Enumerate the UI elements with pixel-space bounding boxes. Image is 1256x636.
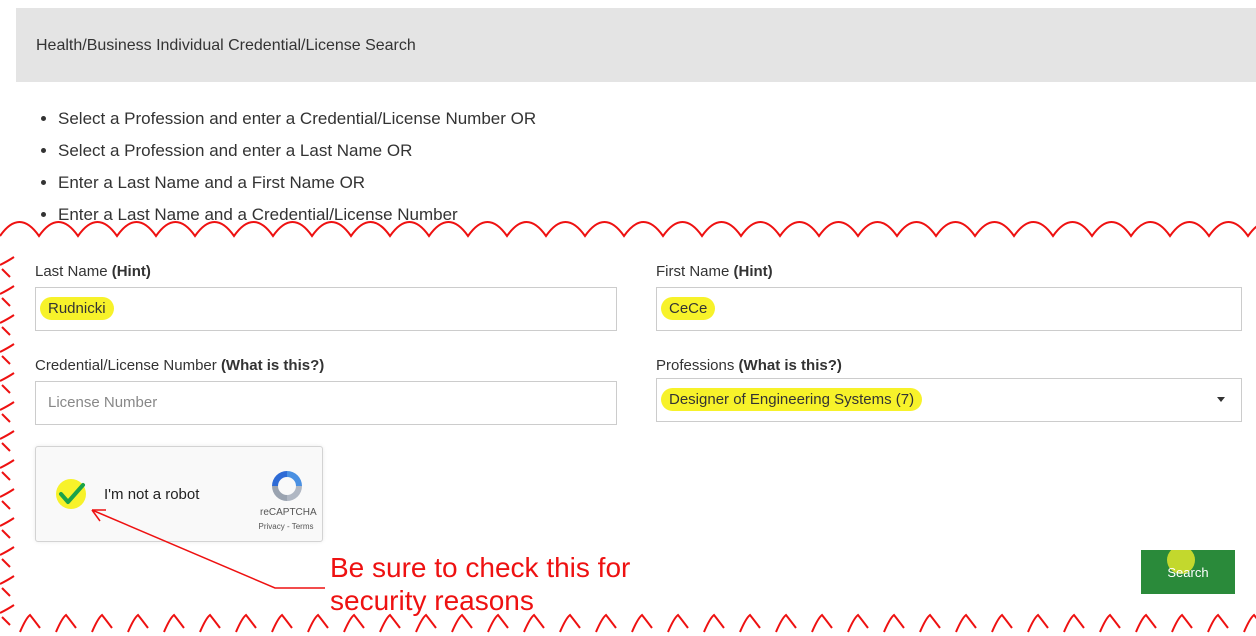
last-name-value[interactable]: Rudnicki (40, 297, 114, 320)
license-number-input[interactable] (48, 394, 560, 411)
license-number-field[interactable] (35, 381, 617, 425)
search-button[interactable]: Search (1141, 550, 1235, 594)
professions-selected-value: Designer of Engineering Systems (7) (661, 388, 923, 411)
last-name-label: Last Name (Hint) (35, 263, 151, 280)
recaptcha-checkbox[interactable] (56, 479, 86, 509)
instruction-item: Select a Profession and enter a Last Nam… (58, 140, 536, 172)
instructions-list: Select a Profession and enter a Credenti… (38, 108, 536, 236)
license-help-link[interactable]: (What is this?) (221, 357, 324, 374)
professions-help-link[interactable]: (What is this?) (739, 357, 842, 374)
page-header: Health/Business Individual Credential/Li… (16, 8, 1256, 82)
first-name-label: First Name (Hint) (656, 263, 773, 280)
license-number-label: Credential/License Number (What is this?… (35, 357, 325, 374)
first-name-field[interactable]: CeCe (656, 287, 1242, 331)
links-separator: - (286, 522, 290, 531)
professions-label: Professions (What is this?) (656, 357, 842, 374)
instruction-item: Enter a Last Name and a Credential/Licen… (58, 204, 536, 236)
recaptcha-brand-text: reCAPTCHA (260, 507, 317, 518)
last-name-field[interactable]: Rudnicki (35, 287, 617, 331)
last-name-hint-link[interactable]: (Hint) (112, 263, 151, 280)
scallop-border-bottom (19, 613, 1256, 633)
checkmark-icon (59, 483, 85, 504)
first-name-hint-link[interactable]: (Hint) (734, 263, 773, 280)
recaptcha-label: I'm not a robot (104, 486, 200, 503)
recaptcha-logo-icon (272, 471, 302, 501)
annotation-line-2: security reasons (330, 585, 534, 616)
annotation-line-1: Be sure to check this for (330, 552, 631, 583)
recaptcha-links: Privacy - Terms (256, 522, 316, 531)
scallop-border-left (0, 256, 15, 626)
instruction-item: Enter a Last Name and a First Name OR (58, 172, 536, 204)
page-title: Health/Business Individual Credential/Li… (36, 37, 416, 54)
instruction-item: Select a Profession and enter a Credenti… (58, 108, 536, 140)
annotation-note: Be sure to check this for security reaso… (330, 551, 630, 617)
professions-select[interactable]: Designer of Engineering Systems (7) (656, 378, 1242, 422)
search-button-label: Search (1167, 564, 1209, 580)
recaptcha-widget: I'm not a robot reCAPTCHA Privacy - Term… (35, 446, 323, 542)
first-name-value[interactable]: CeCe (661, 297, 716, 320)
privacy-link[interactable]: Privacy (259, 522, 285, 531)
chevron-down-icon[interactable] (1217, 397, 1225, 402)
terms-link[interactable]: Terms (292, 522, 314, 531)
